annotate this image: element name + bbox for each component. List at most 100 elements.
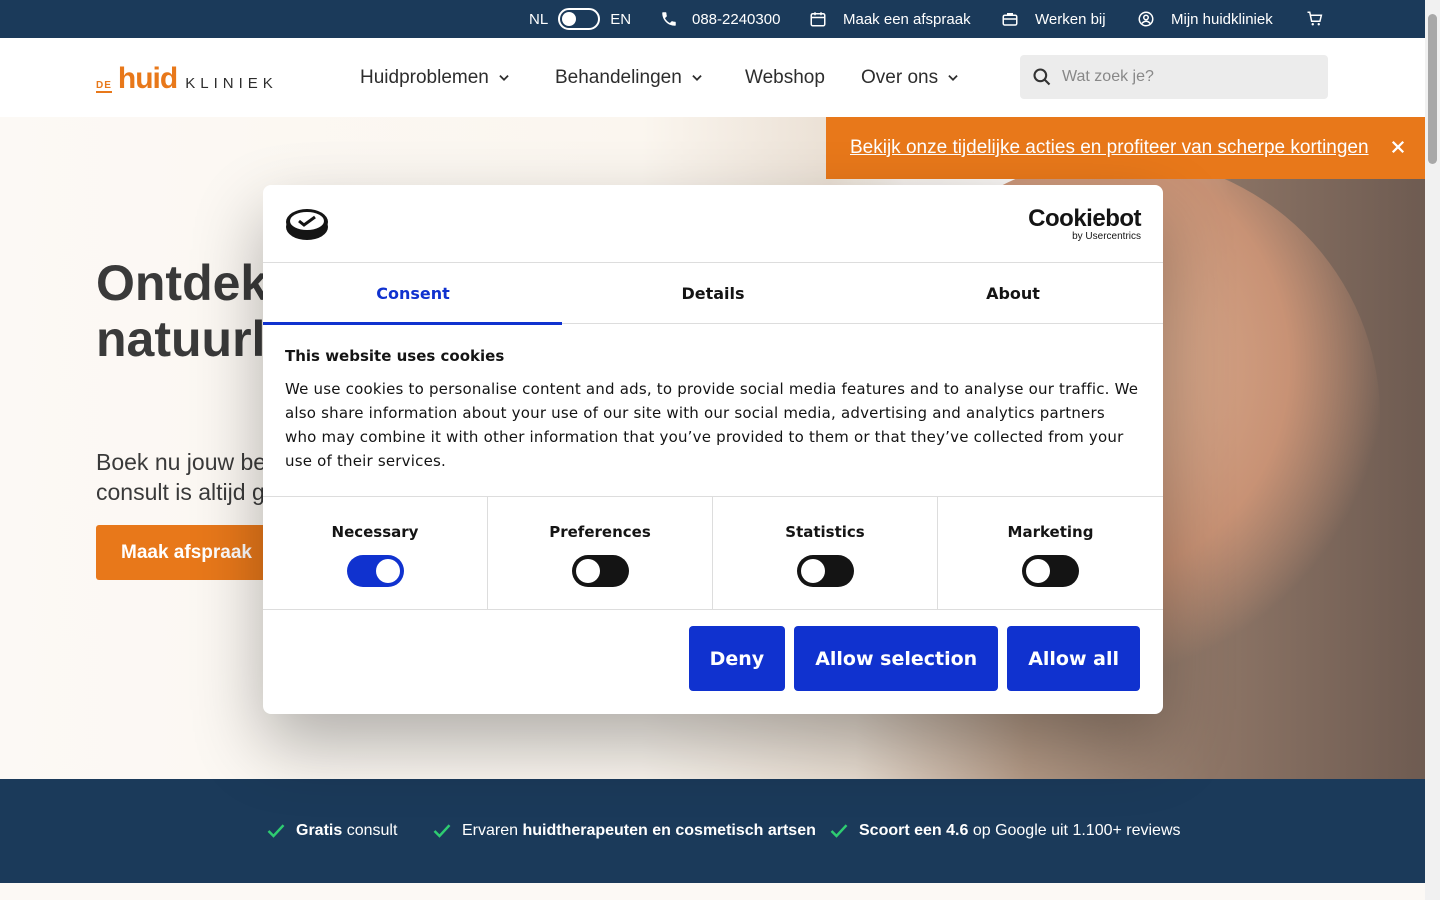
tab-consent[interactable]: Consent: [263, 263, 563, 325]
chevron-down-icon: [948, 74, 958, 81]
jobs-link[interactable]: Werken bij: [1001, 0, 1106, 38]
phone-icon: [662, 12, 676, 26]
nav-item-label: Behandelingen: [555, 66, 682, 88]
phone-number: 088-2240300: [692, 10, 781, 28]
jobs-label: Werken bij: [1035, 10, 1106, 28]
usp-bold: Gratis: [296, 822, 343, 839]
marketing-toggle[interactable]: [1022, 555, 1079, 587]
category-label: Statistics: [785, 523, 865, 541]
usp-bar: Gratis consult Ervaren huidtherapeuten e…: [0, 779, 1425, 883]
hero-subtitle: Boek nu jouw be consult is altijd g: [96, 447, 266, 507]
appointment-link[interactable]: Maak een afspraak: [809, 0, 971, 38]
dialog-text: We use cookies to personalise content an…: [285, 380, 1139, 470]
language-toggle-knob: [562, 12, 577, 26]
usp-text: Scoort een 4.6 op Google uit 1.100+ revi…: [859, 822, 1181, 840]
logo-de: DE: [96, 80, 112, 93]
dialog-tabs: Consent Details About: [263, 263, 1163, 325]
toggle-knob: [575, 559, 600, 583]
calendar-icon: [810, 12, 826, 27]
language-toggle[interactable]: [558, 8, 601, 30]
close-icon[interactable]: [1389, 138, 1407, 156]
nav-item-behandelingen[interactable]: Behandelingen: [555, 38, 704, 117]
category-label: Necessary: [331, 523, 419, 541]
appointment-label: Maak een afspraak: [843, 10, 971, 28]
user-circle-icon: [1138, 11, 1154, 27]
hero-title-line1: Ontdek: [96, 255, 269, 311]
category-label: Marketing: [1007, 523, 1094, 541]
nav-item-label: Huidproblemen: [360, 66, 489, 88]
toggle-knob: [375, 559, 400, 583]
nav-item-over-ons[interactable]: Over ons: [861, 38, 960, 117]
language-switch[interactable]: NL EN: [529, 0, 631, 38]
allow-selection-button[interactable]: Allow selection: [794, 626, 999, 691]
usp-rest: consult: [342, 822, 398, 839]
usp-item-consult: Gratis consult: [266, 779, 397, 883]
check-icon: [433, 824, 451, 838]
usp-item-reviews: Scoort een 4.6 op Google uit 1.100+ revi…: [829, 779, 1181, 883]
consent-categories: Necessary Preferences Statistics Marketi…: [263, 496, 1163, 610]
page-scrollbar[interactable]: [1425, 0, 1440, 900]
search-icon: [1033, 68, 1051, 86]
category-necessary: Necessary: [263, 497, 488, 610]
hero-title-line2: natuurli: [96, 311, 280, 367]
dialog-header: Cookiebot by Usercentrics: [263, 185, 1163, 263]
logo-huid: huid: [117, 62, 178, 95]
toggle-knob: [800, 559, 825, 583]
logo-kliniek: KLINIEK: [185, 75, 278, 92]
top-utility-bar: NL EN 088-2240300 Maak een afspraak Werk…: [0, 0, 1425, 38]
cart-button[interactable]: [1306, 0, 1324, 38]
usp-bold: Scoort een 4.6: [859, 822, 969, 839]
hero-subtitle-line1: Boek nu jouw be: [96, 449, 267, 475]
account-link[interactable]: Mijn huidkliniek: [1137, 0, 1273, 38]
usp-bold: huidtherapeuten en cosmetisch artsen: [522, 822, 816, 839]
scrollbar-thumb[interactable]: [1428, 14, 1437, 164]
chevron-down-icon: [499, 74, 509, 81]
search-input[interactable]: [1062, 68, 1302, 86]
usp-pre: Ervaren: [462, 822, 523, 839]
book-appointment-button[interactable]: Maak afspraak: [96, 525, 286, 580]
check-icon: [830, 824, 848, 838]
allow-all-button[interactable]: Allow all: [1007, 626, 1140, 691]
brand-sub: by Usercentrics: [1072, 231, 1141, 242]
statistics-toggle[interactable]: [796, 555, 854, 587]
briefcase-icon: [1002, 13, 1018, 26]
preferences-toggle[interactable]: [571, 555, 629, 587]
category-statistics: Statistics: [713, 497, 938, 610]
chevron-down-icon: [692, 74, 702, 81]
site-logo[interactable]: DE huid KLINIEK: [96, 62, 278, 96]
nav-item-webshop[interactable]: Webshop: [745, 38, 825, 117]
category-preferences: Preferences: [488, 497, 713, 610]
necessary-toggle[interactable]: [346, 555, 404, 587]
phone-link[interactable]: 088-2240300: [660, 0, 780, 38]
hero-subtitle-line2: consult is altijd g: [96, 479, 265, 505]
check-icon: [267, 824, 285, 838]
usp-text: Gratis consult: [296, 822, 397, 840]
category-marketing: Marketing: [938, 497, 1163, 610]
usp-text: Ervaren huidtherapeuten en cosmetisch ar…: [462, 822, 816, 840]
cookiebot-logo-icon: [286, 209, 328, 240]
account-label: Mijn huidkliniek: [1171, 10, 1273, 28]
dialog-heading: This website uses cookies: [285, 347, 505, 365]
cart-icon: [1307, 11, 1323, 26]
dialog-buttons: Deny Allow selection Allow all: [688, 626, 1140, 691]
brand-name: Cookiebot: [1028, 205, 1141, 232]
nav-item-label: Webshop: [745, 66, 825, 88]
deny-button[interactable]: Deny: [688, 626, 786, 691]
cookie-consent-dialog: Cookiebot by Usercentrics Consent Detail…: [263, 185, 1163, 714]
tab-details[interactable]: Details: [563, 263, 863, 324]
nav-item-huidproblemen[interactable]: Huidproblemen: [360, 38, 511, 117]
promo-banner: Bekijk onze tijdelijke acties en profite…: [826, 117, 1425, 179]
usp-rest: op Google uit 1.100+ reviews: [968, 822, 1181, 839]
cookiebot-brand: Cookiebot by Usercentrics: [1028, 207, 1141, 243]
dialog-body: This website uses cookies We use cookies…: [285, 347, 1141, 473]
lang-nl-label: NL: [529, 10, 549, 28]
lang-en-label: EN: [610, 10, 632, 28]
promo-link[interactable]: Bekijk onze tijdelijke acties en profite…: [850, 137, 1369, 159]
tab-about[interactable]: About: [863, 263, 1163, 324]
search-box: [1020, 55, 1328, 99]
hero-title: Ontdek natuurli: [96, 255, 279, 367]
nav-item-label: Over ons: [861, 66, 939, 88]
usp-item-therapists: Ervaren huidtherapeuten en cosmetisch ar…: [432, 779, 816, 883]
main-header: DE huid KLINIEK Huidproblemen Behandelin…: [0, 38, 1425, 117]
category-label: Preferences: [549, 523, 651, 541]
